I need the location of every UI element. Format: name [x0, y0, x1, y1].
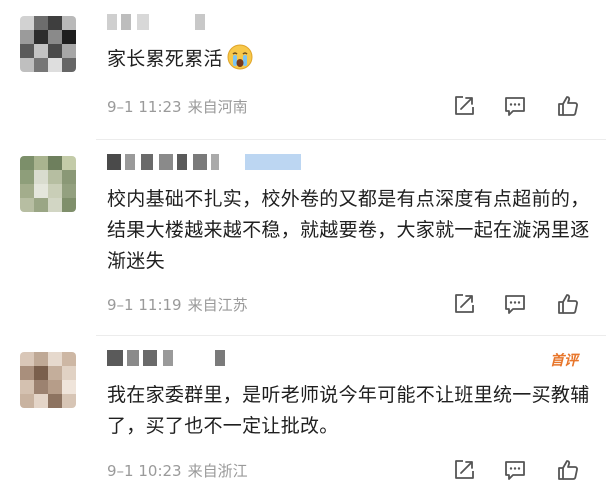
comment-icon[interactable] — [503, 94, 527, 118]
username-redacted[interactable] — [107, 154, 307, 170]
comment-text: 家长累死累活 — [107, 44, 592, 80]
username-redacted[interactable] — [107, 14, 227, 30]
comment-actions — [452, 94, 582, 118]
comment-item: 校内基础不扎实，校外卷的又都是有点深度有点超前的，结果大楼越来越不稳，就越要卷，… — [0, 140, 606, 336]
crying-face-icon — [227, 44, 253, 80]
share-icon[interactable] — [452, 94, 476, 118]
avatar[interactable] — [20, 352, 76, 408]
comment-location: 来自河南 — [187, 98, 248, 116]
comment-icon[interactable] — [503, 292, 527, 316]
avatar[interactable] — [20, 156, 76, 212]
comment-meta: 9–1 11:23 来自河南 — [107, 96, 248, 117]
comment-item: 首评 我在家委群里，是听老师说今年可能不让班里统一买教辅了，买了也不一定让批改。… — [0, 336, 606, 502]
comment-meta: 9–1 10:23 来自浙江 — [107, 460, 248, 481]
comment-time: 9–1 10:23 — [107, 462, 182, 480]
comment-time: 9–1 11:23 — [107, 98, 182, 116]
share-icon[interactable] — [452, 292, 476, 316]
avatar[interactable] — [20, 16, 76, 72]
comment-time: 9–1 11:19 — [107, 296, 182, 314]
comment-icon[interactable] — [503, 458, 527, 482]
comment-actions — [452, 458, 582, 482]
comment-location: 来自浙江 — [187, 462, 248, 480]
comment-item: 家长累死累活 9–1 11:23 来自河南 — [0, 0, 606, 140]
username-redacted[interactable] — [107, 350, 247, 366]
comment-text-body: 家长累死累活 — [107, 48, 223, 70]
thumbs-up-icon[interactable] — [556, 94, 580, 118]
share-icon[interactable] — [452, 458, 476, 482]
thumbs-up-icon[interactable] — [556, 458, 580, 482]
thumbs-up-icon[interactable] — [556, 292, 580, 316]
comment-meta: 9–1 11:19 来自江苏 — [107, 294, 248, 315]
comment-text: 我在家委群里，是听老师说今年可能不让班里统一买教辅了，买了也不一定让批改。 — [107, 384, 590, 437]
comment-actions — [452, 292, 582, 316]
comment-location: 来自江苏 — [187, 296, 248, 314]
first-comment-badge: 首评 — [550, 353, 578, 369]
comment-text: 校内基础不扎实，校外卷的又都是有点深度有点超前的，结果大楼越来越不稳，就越要卷，… — [107, 188, 590, 272]
